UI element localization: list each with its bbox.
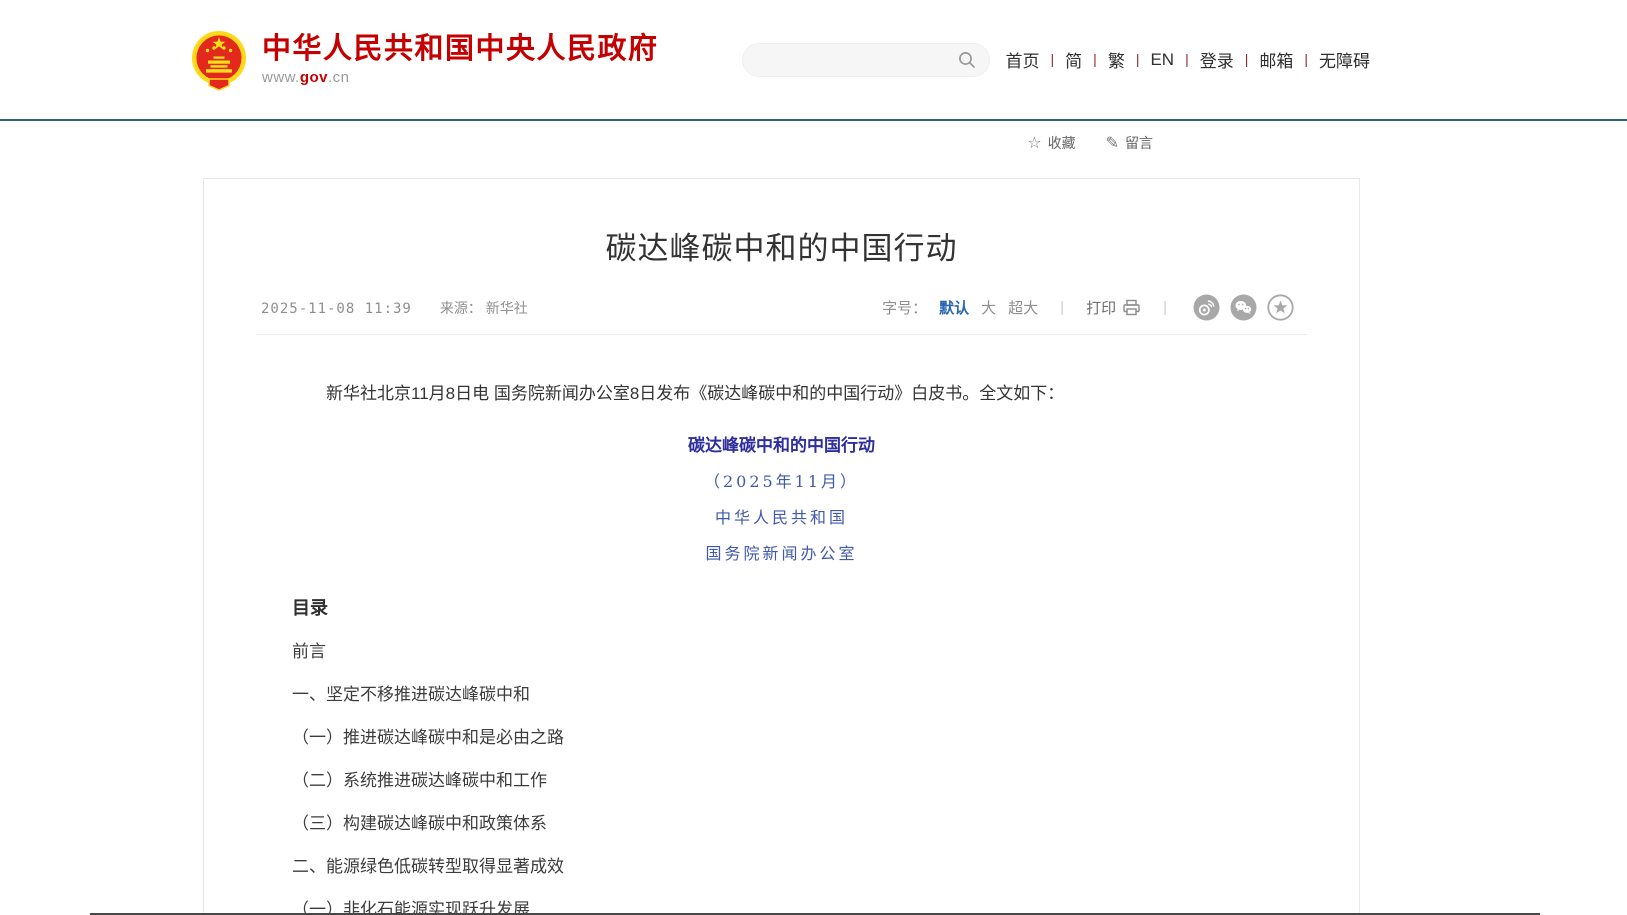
toc-item-section1: 一、坚定不移推进碳达峰碳中和 bbox=[292, 684, 1271, 706]
fontsize-label: 字号： bbox=[882, 297, 927, 318]
toc-item-section1-1: （一）推进碳达峰碳中和是必由之路 bbox=[292, 727, 1271, 749]
nav-home[interactable]: 首页 bbox=[1006, 47, 1040, 72]
brand-text: 中华人民共和国中央人民政府 www.gov.cn bbox=[262, 33, 659, 86]
nav-separator: | bbox=[1136, 51, 1140, 67]
doc-org-line2: 国务院新闻办公室 bbox=[292, 540, 1271, 564]
favorite-button[interactable]: ☆ 收藏 bbox=[1027, 133, 1075, 153]
fontsize-large-button[interactable]: 大 bbox=[981, 297, 996, 318]
site-title: 中华人民共和国中央人民政府 bbox=[262, 33, 659, 66]
publish-date: 2025-11-08 11:39 bbox=[261, 301, 412, 317]
lead-paragraph: 新华社北京11月8日电 国务院新闻办公室8日发布《碳达峰碳中和的中国行动》白皮书… bbox=[292, 381, 1271, 407]
top-nav: 首页 | 简 | 繁 | EN | 登录 | 邮箱 | 无障碍 bbox=[1006, 47, 1370, 72]
toc-item-section1-3: （三）构建碳达峰碳中和政策体系 bbox=[292, 813, 1271, 835]
toc-item-preface: 前言 bbox=[292, 641, 1271, 663]
nav-simplified[interactable]: 简 bbox=[1065, 47, 1082, 72]
weibo-icon[interactable] bbox=[1193, 294, 1220, 321]
meta-separator: | bbox=[1163, 299, 1167, 316]
toc-item-section1-2: （二）系统推进碳达峰碳中和工作 bbox=[292, 770, 1271, 792]
doc-date: （2025年11月） bbox=[292, 468, 1271, 492]
article-title: 碳达峰碳中和的中国行动 bbox=[204, 223, 1359, 268]
favorite-label: 收藏 bbox=[1048, 133, 1076, 153]
toc-item-section2: 二、能源绿色低碳转型取得显著成效 bbox=[292, 856, 1271, 878]
tools-row: ☆ 收藏 ✎ 留言 bbox=[0, 133, 1627, 153]
nav-separator: | bbox=[1304, 51, 1308, 67]
share-icons bbox=[1193, 294, 1294, 321]
wechat-icon[interactable] bbox=[1230, 294, 1257, 321]
source-label: 来源： bbox=[440, 300, 482, 316]
site-url: www.gov.cn bbox=[262, 69, 659, 86]
nav-mail[interactable]: 邮箱 bbox=[1259, 47, 1293, 72]
comment-button[interactable]: ✎ 留言 bbox=[1106, 133, 1153, 153]
header-right: 首页 | 简 | 繁 | EN | 登录 | 邮箱 | 无障碍 bbox=[742, 43, 1370, 77]
fontsize-default-button[interactable]: 默认 bbox=[939, 297, 969, 318]
doc-title: 碳达峰碳中和的中国行动 bbox=[292, 431, 1271, 456]
fontsize-xlarge-button[interactable]: 超大 bbox=[1008, 297, 1038, 318]
nav-english[interactable]: EN bbox=[1150, 50, 1174, 70]
meta-divider bbox=[256, 334, 1307, 335]
nav-separator: | bbox=[1051, 51, 1055, 67]
site-header: 中华人民共和国中央人民政府 www.gov.cn 首页 | 简 | 繁 | EN… bbox=[0, 0, 1627, 121]
toc-heading: 目录 bbox=[292, 594, 1271, 620]
article-meta: 2025-11-08 11:39 来源： 新华社 字号： 默认 大 超大 | 打… bbox=[261, 294, 1294, 321]
comment-label: 留言 bbox=[1125, 133, 1153, 153]
source: 来源： 新华社 bbox=[440, 298, 528, 318]
nav-accessibility[interactable]: 无障碍 bbox=[1319, 47, 1370, 72]
article-body: 新华社北京11月8日电 国务院新闻办公室8日发布《碳达峰碳中和的中国行动》白皮书… bbox=[292, 381, 1271, 915]
search-input[interactable] bbox=[759, 52, 957, 68]
pencil-icon: ✎ bbox=[1106, 133, 1119, 153]
search-box[interactable] bbox=[742, 43, 990, 77]
meta-left: 2025-11-08 11:39 来源： 新华社 bbox=[261, 298, 528, 318]
meta-separator: | bbox=[1060, 299, 1064, 316]
star-icon: ☆ bbox=[1027, 133, 1041, 153]
print-label: 打印 bbox=[1086, 297, 1116, 318]
search-icon[interactable] bbox=[957, 50, 977, 70]
nav-separator: | bbox=[1093, 51, 1097, 67]
printer-icon bbox=[1122, 299, 1141, 316]
source-value: 新华社 bbox=[486, 300, 528, 316]
national-emblem-icon bbox=[190, 29, 248, 91]
meta-right: 字号： 默认 大 超大 | 打印 | bbox=[882, 294, 1294, 321]
nav-separator: | bbox=[1245, 51, 1249, 67]
doc-org-line1: 中华人民共和国 bbox=[292, 504, 1271, 528]
article-panel: 碳达峰碳中和的中国行动 2025-11-08 11:39 来源： 新华社 字号：… bbox=[203, 178, 1360, 915]
nav-login[interactable]: 登录 bbox=[1200, 47, 1234, 72]
site-brand[interactable]: 中华人民共和国中央人民政府 www.gov.cn bbox=[190, 29, 659, 91]
nav-traditional[interactable]: 繁 bbox=[1108, 47, 1125, 72]
nav-separator: | bbox=[1185, 51, 1189, 67]
print-button[interactable]: 打印 bbox=[1086, 297, 1141, 318]
share-star-icon[interactable] bbox=[1267, 294, 1294, 321]
